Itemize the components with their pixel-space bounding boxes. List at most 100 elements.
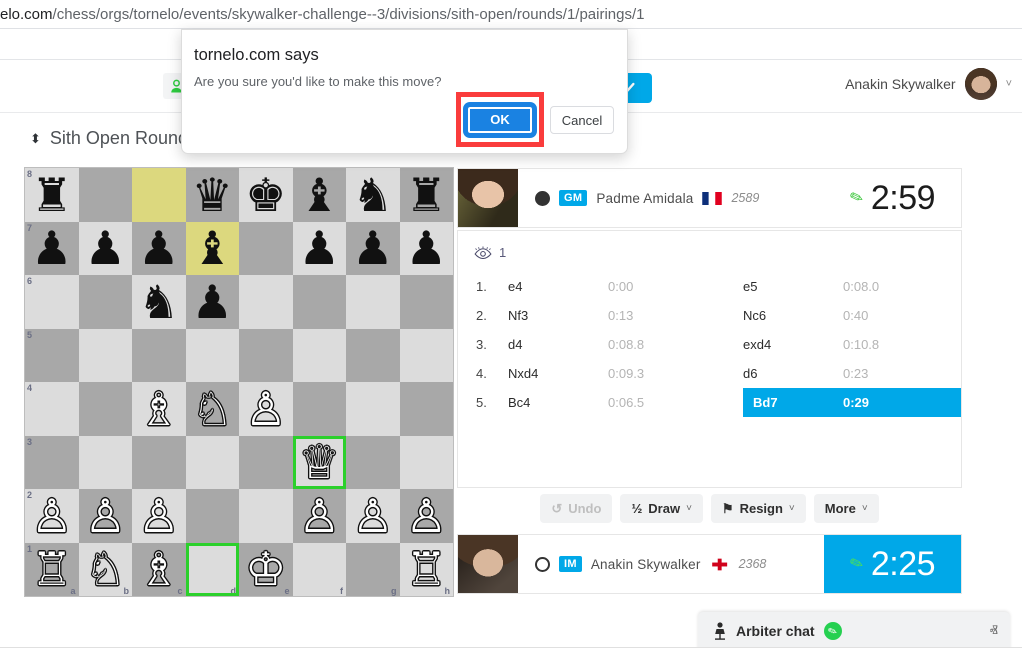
- board-square-e7[interactable]: [239, 221, 293, 275]
- chess-piece-h8[interactable]: ♜: [400, 168, 454, 222]
- chess-piece-d8[interactable]: ♛: [186, 168, 240, 222]
- chess-piece-h7[interactable]: ♟: [400, 222, 454, 276]
- chess-piece-c2[interactable]: ♙: [132, 489, 186, 543]
- cancel-button[interactable]: Cancel: [550, 106, 614, 134]
- board-square-b4[interactable]: [78, 382, 132, 436]
- board-square-f7[interactable]: ♟: [292, 221, 346, 275]
- round-title-bar[interactable]: ⬍ Sith Open Round: [30, 128, 188, 149]
- board-square-g3[interactable]: [346, 435, 400, 489]
- board-square-h5[interactable]: [399, 328, 453, 382]
- chess-piece-a8[interactable]: ♜: [25, 168, 79, 222]
- chess-piece-c7[interactable]: ♟: [132, 222, 186, 276]
- board-square-d1[interactable]: d: [185, 542, 239, 596]
- board-square-f4[interactable]: [292, 382, 346, 436]
- board-square-f2[interactable]: ♙: [292, 489, 346, 543]
- resign-button[interactable]: ⚑ Resign ˅: [710, 494, 806, 523]
- chess-piece-b7[interactable]: ♟: [79, 222, 133, 276]
- chevron-down-icon[interactable]: ˅: [862, 503, 868, 514]
- chess-piece-a1[interactable]: ♖: [25, 543, 79, 597]
- move-white-san[interactable]: Nf3: [508, 301, 608, 330]
- board-square-d8[interactable]: ♛: [185, 168, 240, 222]
- board-square-e8[interactable]: ♚: [239, 168, 293, 222]
- browser-url-bar[interactable]: elo.com/chess/orgs/tornelo/events/skywal…: [0, 0, 1022, 28]
- board-square-h8[interactable]: ♜: [399, 168, 454, 222]
- move-white-san[interactable]: e4: [508, 272, 608, 301]
- board-square-h7[interactable]: ♟: [399, 221, 454, 276]
- board-square-f1[interactable]: f: [292, 542, 346, 596]
- board-square-c6[interactable]: ♞: [132, 275, 186, 329]
- move-white-san[interactable]: d4: [508, 330, 608, 359]
- move-black-san[interactable]: Bd7: [743, 388, 843, 417]
- board-square-b5[interactable]: [78, 328, 132, 382]
- board-square-b2[interactable]: ♙: [78, 489, 133, 543]
- board-square-c3[interactable]: [132, 435, 186, 489]
- chess-piece-g8[interactable]: ♞: [346, 168, 400, 222]
- board-square-b7[interactable]: ♟: [78, 221, 133, 276]
- undo-button[interactable]: ↺ Undo: [540, 494, 613, 523]
- board-square-d7[interactable]: ♝: [185, 221, 240, 276]
- board-square-a8[interactable]: 8 ♜: [25, 168, 79, 222]
- board-square-b6[interactable]: [78, 275, 132, 329]
- chess-piece-c4[interactable]: ♗: [132, 382, 186, 436]
- board-square-f6[interactable]: [292, 275, 346, 329]
- chevron-double-up-icon[interactable]: ⱏ: [990, 623, 998, 640]
- board-square-a3[interactable]: 3: [25, 435, 79, 489]
- board-square-f8[interactable]: ♝: [292, 168, 346, 222]
- board-square-e4[interactable]: ♙: [239, 382, 293, 436]
- chess-piece-c1[interactable]: ♗: [132, 543, 186, 597]
- chess-piece-a7[interactable]: ♟: [25, 222, 79, 276]
- chess-piece-d4[interactable]: ♘: [186, 382, 240, 436]
- move-row[interactable]: 3. d4 0:08.8 exd4 0:10.8: [458, 330, 961, 359]
- chess-piece-g7[interactable]: ♟: [346, 222, 400, 276]
- chess-piece-e8[interactable]: ♚: [239, 168, 293, 222]
- chess-piece-f3[interactable]: ♕: [293, 436, 347, 490]
- board-square-g6[interactable]: [346, 275, 400, 329]
- board-square-d2[interactable]: [185, 489, 239, 543]
- board-square-e1[interactable]: e ♔: [239, 542, 293, 597]
- move-black-san[interactable]: d6: [743, 359, 843, 388]
- board-square-h3[interactable]: [399, 435, 453, 489]
- chess-piece-g2[interactable]: ♙: [346, 489, 400, 543]
- board-square-h4[interactable]: [399, 382, 453, 436]
- game-action-bar[interactable]: ↺ Undo ½ Draw ˅ ⚑ Resign ˅ More ˅: [457, 494, 962, 523]
- arbiter-chat-bar[interactable]: Arbiter chat ✎ ⱏ: [698, 612, 1010, 650]
- chess-piece-c6[interactable]: ♞: [132, 275, 186, 329]
- move-list-panel[interactable]: 1 1. e4 0:00 e5 0:08.0 2. Nf3 0:13 Nc6 0:40 3. d4 0:…: [457, 230, 962, 488]
- chess-board[interactable]: 8 ♜ ♛ ♚ ♝ ♞ ♜ 7 ♟ ♟ ♟ ♝ ♟ ♟ ♟ 6 ♞ ♟ 5 4 ♗ ♘ ♙ 3 ♕ 2 ♙ ♙ ♙ ♙ ♙ ♙ 1 a ♖ b ♘ c ♗ d…: [25, 168, 453, 596]
- board-square-g5[interactable]: [346, 328, 400, 382]
- chevron-down-icon[interactable]: ˅: [789, 503, 795, 514]
- chevron-down-icon[interactable]: ˅: [1006, 78, 1012, 90]
- move-black-san[interactable]: e5: [743, 272, 843, 301]
- board-square-c5[interactable]: [132, 328, 186, 382]
- chess-piece-b1[interactable]: ♘: [79, 543, 133, 597]
- board-square-c1[interactable]: c ♗: [132, 542, 186, 597]
- sort-updown-icon[interactable]: ⬍: [30, 132, 41, 145]
- board-square-c2[interactable]: ♙: [132, 489, 186, 543]
- board-square-e2[interactable]: [239, 489, 293, 543]
- board-square-d3[interactable]: [185, 435, 239, 489]
- chess-piece-h1[interactable]: ♖: [400, 543, 454, 597]
- move-black-san[interactable]: exd4: [743, 330, 843, 359]
- move-row[interactable]: 5. Bc4 0:06.5 Bd7 0:29: [458, 388, 961, 417]
- board-square-c4[interactable]: ♗: [132, 382, 186, 436]
- ok-button[interactable]: OK: [466, 104, 534, 135]
- chess-piece-d6[interactable]: ♟: [186, 275, 240, 329]
- move-white-san[interactable]: Bc4: [508, 388, 608, 417]
- chess-piece-d7[interactable]: ♝: [186, 222, 240, 276]
- avatar[interactable]: [964, 68, 997, 100]
- board-square-b8[interactable]: [78, 168, 132, 222]
- move-black-san[interactable]: Nc6: [743, 301, 843, 330]
- chess-piece-e1[interactable]: ♔: [239, 543, 293, 597]
- board-square-f5[interactable]: [292, 328, 346, 382]
- chevron-down-icon[interactable]: ˅: [686, 503, 692, 514]
- board-square-a2[interactable]: 2 ♙: [25, 489, 79, 543]
- move-row[interactable]: 1. e4 0:00 e5 0:08.0: [458, 272, 961, 301]
- chess-piece-h2[interactable]: ♙: [400, 489, 454, 543]
- more-button[interactable]: More ˅: [813, 494, 879, 523]
- board-square-d4[interactable]: ♘: [185, 382, 240, 436]
- board-square-g7[interactable]: ♟: [346, 221, 400, 276]
- board-square-c7[interactable]: ♟: [132, 221, 186, 276]
- board-square-e5[interactable]: [239, 328, 293, 382]
- chess-piece-b2[interactable]: ♙: [79, 489, 133, 543]
- move-row[interactable]: 2. Nf3 0:13 Nc6 0:40: [458, 301, 961, 330]
